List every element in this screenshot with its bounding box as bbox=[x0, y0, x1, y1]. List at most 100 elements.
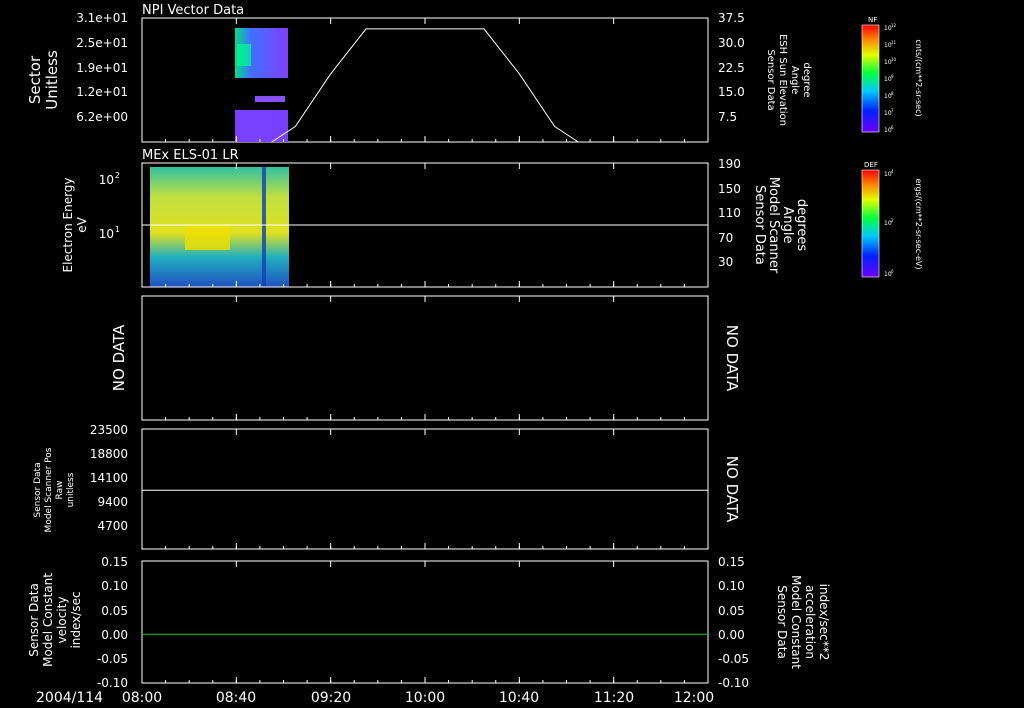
x-tick-label: 08:40 bbox=[216, 690, 256, 706]
tick-label: 190 bbox=[718, 157, 741, 171]
tick-label: 0.00 bbox=[101, 628, 128, 642]
els-spectrogram-hotspot bbox=[185, 225, 230, 250]
tick-label: 10 bbox=[99, 173, 114, 187]
panel-constant: 0.15 0.10 0.05 0.00 -0.05 -0.10 0.15 0.1… bbox=[27, 555, 831, 690]
x-tick-label: 09:20 bbox=[311, 690, 351, 706]
svg-text:ergs/(cm**2-sr-sec-eV): ergs/(cm**2-sr-sec-eV) bbox=[914, 178, 923, 269]
colorbar-label: cnts/(cm**2-sr-sec) bbox=[914, 39, 923, 116]
x-tick-label: 08:00 bbox=[122, 690, 162, 706]
right-axis-label: Sensor Data Model Constant acceleration … bbox=[775, 575, 831, 669]
npi-spectrogram-flecks bbox=[255, 96, 285, 102]
svg-text:cnts/(cm**2-sr-sec): cnts/(cm**2-sr-sec) bbox=[914, 39, 923, 116]
tick-label: 6.2e+00 bbox=[76, 110, 128, 124]
y-ticks-left: 3.1e+01 2.5e+01 1.9e+01 1.2e+01 6.2e+00 bbox=[76, 11, 128, 124]
svg-text:Sector: Sector bbox=[26, 55, 44, 104]
svg-text:Model Scanner: Model Scanner bbox=[766, 177, 781, 274]
tick-label: 4700 bbox=[97, 519, 128, 533]
tick-label: 110 bbox=[718, 206, 741, 220]
plot-canvas: NPI Vector Data 3.1e+01 2.5e+01 1.9e+01 … bbox=[26, 3, 923, 706]
svg-text:Model Scanner Pos: Model Scanner Pos bbox=[44, 447, 54, 532]
tick-label: 30 bbox=[718, 255, 733, 269]
tick-label: 7.5 bbox=[718, 110, 737, 124]
colorbar-ticks: 10 4 10 2 10 0 bbox=[884, 169, 894, 278]
tick-label: 14100 bbox=[90, 471, 128, 485]
left-axis-label: Sector Unitless bbox=[26, 50, 61, 110]
panel-frame bbox=[141, 295, 709, 421]
svg-text:acceleration: acceleration bbox=[803, 585, 817, 659]
colorbar-def: DEF 10 4 10 2 10 0 ergs/(cm**2-sr-sec-eV) bbox=[861, 161, 923, 278]
svg-text:ESH Sun Elevation: ESH Sun Elevation bbox=[777, 34, 788, 126]
panel-nodata: NO DATA NO DATA bbox=[110, 295, 741, 421]
x-tick-label: 10:00 bbox=[405, 690, 445, 706]
right-axis-label: NO DATA bbox=[723, 325, 741, 392]
x-tick-label: 11:20 bbox=[594, 690, 634, 706]
svg-text:9: 9 bbox=[891, 74, 894, 79]
svg-text:NO DATA: NO DATA bbox=[723, 325, 741, 392]
tick-label: 23500 bbox=[90, 423, 128, 437]
tick-label: 0.15 bbox=[101, 555, 128, 569]
svg-text:11: 11 bbox=[891, 40, 897, 45]
colorbar-ticks: 10 12 10 11 10 10 10 9 10 8 10 7 10 6 bbox=[884, 23, 897, 134]
chart-marks bbox=[141, 18, 709, 683]
svg-text:12: 12 bbox=[891, 23, 897, 28]
right-axis-label: Sensor Data Model Scanner Angle degrees bbox=[752, 177, 809, 274]
tick-label: 9400 bbox=[97, 495, 128, 509]
panel-title: MEx ELS-01 LR bbox=[142, 148, 239, 163]
svg-text:7: 7 bbox=[891, 108, 894, 113]
left-axis-label: Electron Energy eV bbox=[61, 177, 89, 272]
svg-text:Model Constant: Model Constant bbox=[789, 575, 803, 669]
tick-exponent: 1 bbox=[115, 225, 120, 234]
tick-label: 15.0 bbox=[718, 85, 745, 99]
svg-text:degrees: degrees bbox=[794, 199, 809, 252]
y-ticks-left: 10 2 10 1 bbox=[99, 171, 120, 241]
tick-label: 18800 bbox=[90, 447, 128, 461]
x-tick-label: 10:40 bbox=[499, 690, 539, 706]
x-axis: 2004/114 08:00 08:40 09:20 10:00 10:40 1… bbox=[36, 690, 714, 706]
svg-text:6: 6 bbox=[891, 125, 894, 130]
svg-text:0: 0 bbox=[891, 269, 894, 274]
tick-label: -0.10 bbox=[97, 676, 128, 690]
svg-text:Unitless: Unitless bbox=[43, 50, 61, 110]
y-ticks-left: 23500 18800 14100 9400 4700 bbox=[90, 423, 128, 533]
panel-scanner-pos: 23500 18800 14100 9400 4700 Sensor Data … bbox=[33, 423, 741, 550]
left-axis-label: Sensor Data Model Scanner Pos Raw unitle… bbox=[33, 447, 76, 532]
panel-title: NPI Vector Data bbox=[142, 3, 244, 18]
svg-text:4: 4 bbox=[891, 169, 894, 174]
svg-text:degree: degree bbox=[801, 62, 812, 97]
tick-label: 22.5 bbox=[718, 61, 745, 75]
svg-text:velocity: velocity bbox=[55, 597, 69, 644]
tick-label: 70 bbox=[718, 231, 733, 245]
tick-label: 10 bbox=[99, 227, 114, 241]
colorbar-title: NF bbox=[868, 16, 877, 24]
svg-text:Sensor Data: Sensor Data bbox=[752, 185, 767, 265]
right-axis-label: Sensor Data ESH Sun Elevation Angle degr… bbox=[765, 34, 812, 126]
svg-text:Model Constant: Model Constant bbox=[41, 573, 55, 667]
tick-label: 1.2e+01 bbox=[76, 85, 128, 99]
right-axis-label: NO DATA bbox=[723, 456, 741, 523]
tick-label: 3.1e+01 bbox=[76, 11, 128, 25]
colorbar-title: DEF bbox=[864, 161, 878, 169]
svg-text:Sensor Data: Sensor Data bbox=[27, 583, 41, 657]
npi-spectrogram-hotspot bbox=[237, 44, 251, 66]
svg-text:eV: eV bbox=[75, 216, 89, 232]
tick-label: 0.00 bbox=[718, 628, 745, 642]
tick-label: 1.9e+01 bbox=[76, 61, 128, 75]
tick-label: 0.05 bbox=[718, 604, 745, 618]
colorbar-scale bbox=[861, 24, 880, 133]
left-axis-label: Sensor Data Model Constant velocity inde… bbox=[27, 573, 83, 667]
svg-text:Angle: Angle bbox=[780, 207, 795, 244]
y-ticks-right: 37.5 30.0 22.5 15.0 7.5 bbox=[718, 11, 745, 124]
y-ticks-right: 190 150 110 70 30 bbox=[718, 157, 741, 269]
els-spectrogram-stripe bbox=[262, 167, 266, 287]
y-ticks-left: 0.15 0.10 0.05 0.00 -0.05 -0.10 bbox=[97, 555, 128, 690]
tick-label: 2.5e+01 bbox=[76, 36, 128, 50]
svg-text:Angle: Angle bbox=[789, 66, 800, 94]
left-axis-label: NO DATA bbox=[110, 324, 128, 391]
panel-frame bbox=[141, 17, 709, 143]
svg-text:Raw: Raw bbox=[55, 481, 65, 500]
tick-label: 30.0 bbox=[718, 36, 745, 50]
tick-label: 0.10 bbox=[101, 579, 128, 593]
panel-frame bbox=[141, 428, 709, 550]
svg-text:NO DATA: NO DATA bbox=[110, 324, 128, 391]
tick-label: 0.10 bbox=[718, 579, 745, 593]
